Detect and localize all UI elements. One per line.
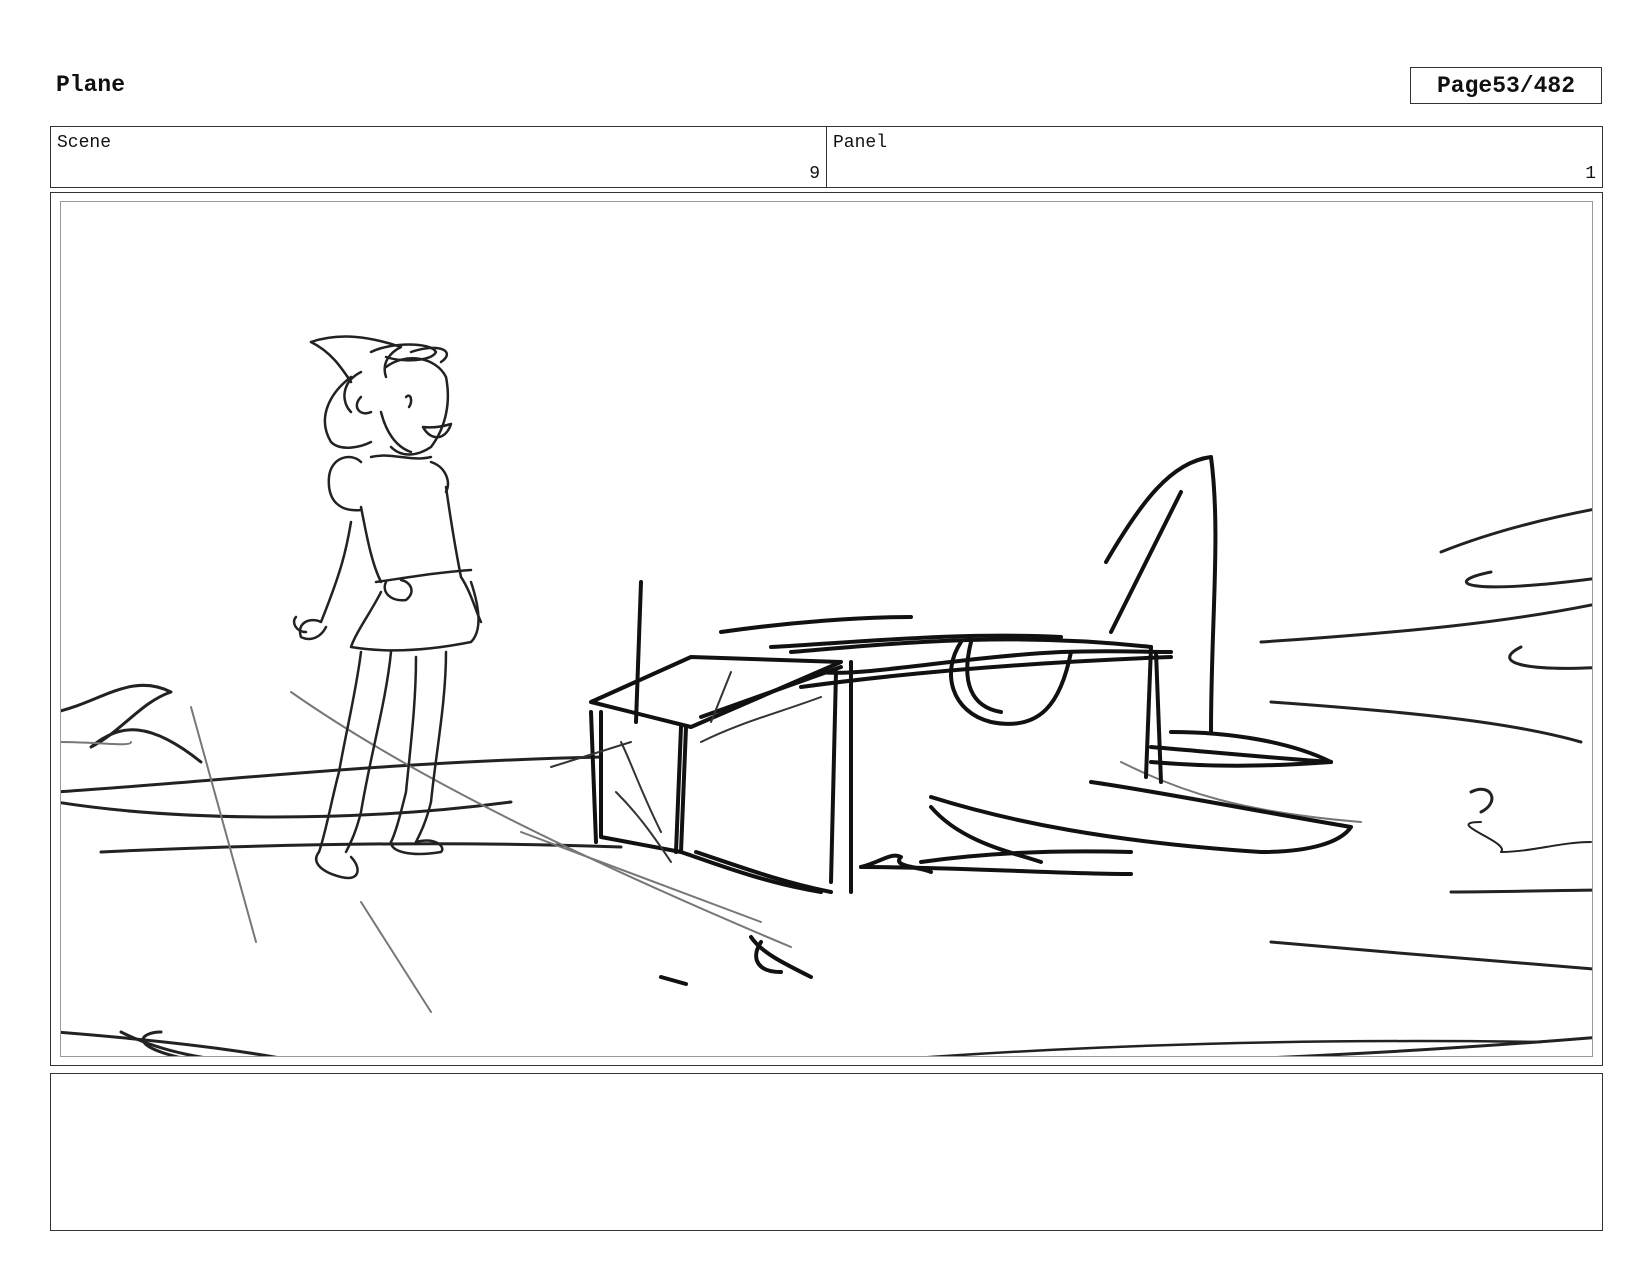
page-label: Page bbox=[1436, 72, 1493, 99]
page-indicator: Page 53/482 bbox=[1410, 67, 1602, 104]
scene-number: 9 bbox=[809, 164, 820, 184]
scene-cell: Scene 9 bbox=[51, 127, 826, 187]
page-number: 53/482 bbox=[1492, 72, 1576, 99]
project-title: Plane bbox=[56, 72, 126, 98]
panel-label: Panel bbox=[833, 133, 888, 153]
panel-cell: Panel 1 bbox=[826, 127, 1602, 187]
scene-label: Scene bbox=[57, 133, 112, 153]
panel-number: 1 bbox=[1585, 164, 1596, 184]
storyboard-sketch-area bbox=[60, 201, 1593, 1057]
storyboard-panel-frame bbox=[50, 192, 1603, 1066]
storyboard-sketch bbox=[61, 335, 1592, 1056]
panel-notes-box bbox=[50, 1073, 1603, 1231]
scene-panel-info-row: Scene 9 Panel 1 bbox=[50, 126, 1603, 188]
